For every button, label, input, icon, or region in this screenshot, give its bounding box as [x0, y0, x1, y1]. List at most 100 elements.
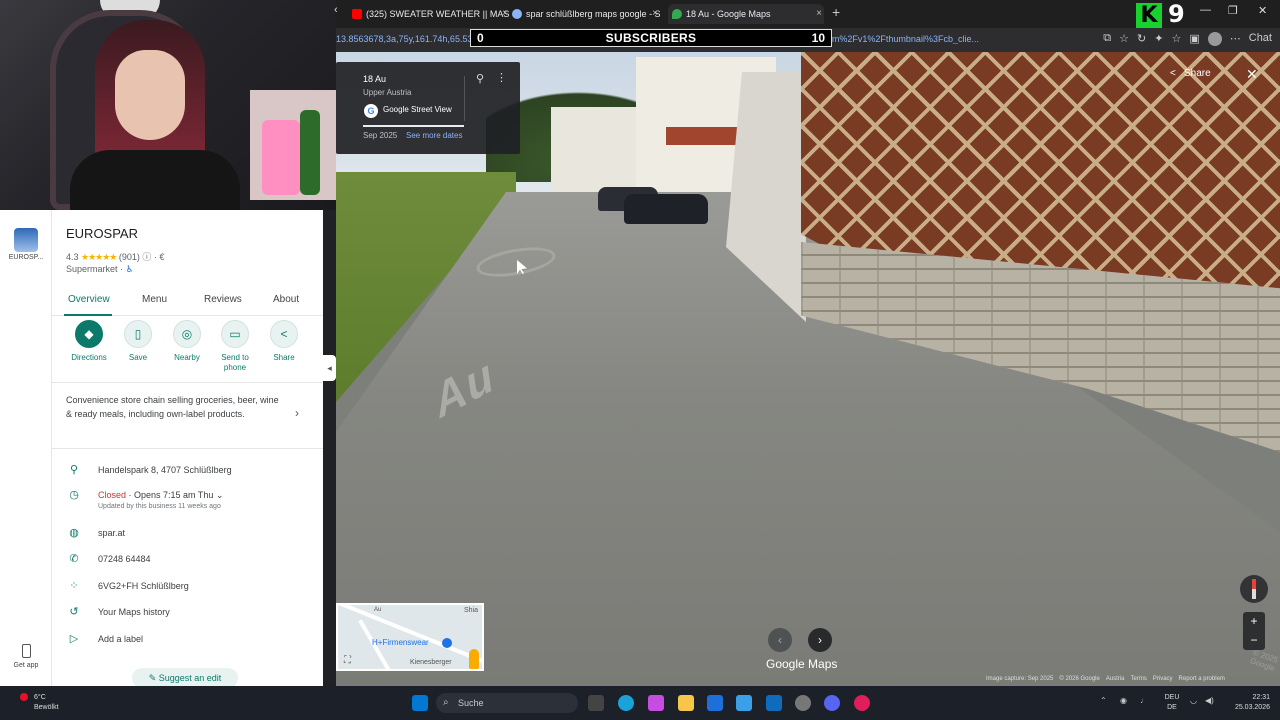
google-maps-brand: Google Maps [766, 657, 838, 671]
minimap[interactable]: H+Firmenswear Kienesberger Shia Au ⛶ [336, 603, 484, 671]
image-source: Google Street View [383, 105, 452, 114]
tab-overview[interactable]: Overview [68, 294, 110, 305]
profile-avatar[interactable] [1207, 32, 1222, 46]
refresh-icon[interactable]: ↻ [1137, 32, 1146, 46]
extensions-icon[interactable]: ✦ [1154, 32, 1163, 46]
chevron-down-icon[interactable]: ⌄ [216, 490, 224, 500]
place-thumbnail[interactable] [14, 228, 38, 252]
collapse-panel-button[interactable]: ◂ [323, 355, 336, 381]
file-explorer-icon[interactable] [678, 695, 694, 711]
tab-close-icon[interactable]: × [816, 4, 822, 24]
save-button[interactable]: ▯ Save [113, 320, 163, 363]
subscriber-goal-end: 10 [811, 31, 825, 45]
more-icon[interactable]: ⋯ [1230, 32, 1241, 46]
tray-chevron-icon[interactable]: ⌃ [1100, 696, 1107, 705]
location-pin-icon[interactable]: ⚲ [476, 72, 484, 85]
task-view-icon[interactable] [588, 695, 604, 711]
edge-browser-icon[interactable] [618, 695, 634, 711]
phone-row[interactable]: ✆ 07248 64484 [52, 550, 323, 570]
send-to-phone-button[interactable]: ▭ Send to phone [210, 320, 260, 373]
website-row[interactable]: ◍ spar.at [52, 524, 323, 544]
minimap-place-marker [442, 638, 452, 648]
report-problem-link[interactable]: Report a problem [1179, 676, 1225, 682]
plus-code-icon: ⁘ [69, 580, 79, 592]
copy-icon[interactable]: ⧉ [1103, 32, 1111, 46]
obs-icon[interactable] [854, 695, 870, 711]
share-label: Share [1184, 68, 1211, 79]
directions-button[interactable]: ◆ Directions [64, 320, 114, 363]
pegman-icon[interactable] [469, 649, 479, 669]
windows-start-icon[interactable] [412, 695, 428, 711]
copilot-icon[interactable] [648, 695, 664, 711]
place-description[interactable]: Convenience store chain selling grocerie… [66, 394, 286, 421]
tab-scroll-left-icon[interactable]: ‹ [334, 4, 338, 16]
discord-icon[interactable] [824, 695, 840, 711]
get-app-link[interactable]: Get app [4, 662, 48, 669]
terms-link[interactable]: Terms [1131, 676, 1147, 682]
zoom-out-button[interactable]: − [1243, 631, 1265, 650]
new-tab-button[interactable]: + [832, 4, 840, 20]
plus-code-row[interactable]: ⁘ 6VG2+FH Schlüßlberg [52, 577, 323, 597]
add-label-row[interactable]: ▷ Add a label [52, 630, 323, 650]
next-image-button[interactable]: › [808, 628, 832, 652]
tab-menu[interactable]: Menu [142, 294, 167, 305]
tab-reviews[interactable]: Reviews [204, 294, 242, 305]
volume-icon[interactable]: ◀) [1205, 696, 1214, 705]
privacy-link[interactable]: Privacy [1153, 676, 1173, 682]
hours-text: Closed · Opens 7:15 am Thu ⌄ [98, 490, 223, 501]
window-close-icon[interactable]: ✕ [1258, 4, 1267, 17]
app-icon[interactable] [766, 695, 782, 711]
wifi-icon[interactable]: ◡ [1190, 696, 1197, 705]
copilot-chat-button[interactable]: Chat [1249, 32, 1272, 46]
more-options-icon[interactable]: ⋮ [496, 71, 507, 84]
website-link[interactable]: spar.at [98, 528, 125, 538]
taskbar-search[interactable]: ⌕ Suche [436, 693, 578, 713]
info-icon[interactable]: ⓘ [142, 252, 151, 262]
chevron-right-icon[interactable]: › [295, 406, 299, 420]
country-link[interactable]: Austria [1106, 676, 1125, 682]
favorites-icon[interactable]: ☆ [1171, 32, 1181, 46]
minimap-label: Au [374, 607, 382, 613]
capture-date: Sep 2025 [363, 131, 398, 140]
maximize-icon[interactable]: ❐ [1228, 4, 1238, 17]
close-street-view-button[interactable]: ✕ [1246, 64, 1258, 84]
settings-icon[interactable] [795, 695, 811, 711]
expand-map-icon[interactable]: ⛶ [344, 655, 356, 667]
tab-about[interactable]: About [273, 294, 299, 305]
previous-image-button[interactable]: ‹ [768, 628, 792, 652]
tab-close-icon[interactable]: × [652, 4, 658, 24]
screen: ‹ (325) SWEATER WEATHER || MASK × spar s… [0, 0, 1280, 720]
keyboard-language[interactable]: DEU DE [1160, 693, 1184, 713]
map-credits: Image capture: Sep 2025 © 2026 Google Au… [986, 676, 1225, 682]
compass-icon[interactable] [1240, 575, 1268, 603]
share-place-button[interactable]: < Share [259, 320, 309, 363]
maps-history-row[interactable]: ↺ Your Maps history [52, 603, 323, 623]
phone-icon[interactable] [22, 644, 31, 658]
street-view-share-button[interactable]: < Share [1170, 64, 1211, 84]
hours-row[interactable]: ◷ Closed · Opens 7:15 am Thu ⌄ Updated b… [52, 486, 323, 516]
zoom-in-button[interactable]: + [1243, 612, 1265, 631]
network-icon[interactable]: ◉ [1120, 696, 1127, 705]
search-icon: ⌕ [443, 697, 449, 708]
plus-code: 6VG2+FH Schlüßlberg [98, 581, 189, 591]
add-label-text: Add a label [98, 634, 144, 644]
microphone-icon[interactable]: ♩ [1140, 696, 1148, 705]
clock-date: 25.03.2026 [1234, 704, 1270, 711]
collections-icon[interactable]: ▣ [1189, 32, 1199, 46]
browser-tab-google-maps[interactable]: 18 Au - Google Maps × [668, 4, 824, 24]
place-tabs: Overview Menu Reviews About [52, 288, 323, 316]
browser-tab-search[interactable]: spar schlüßlberg maps google - S × [508, 4, 660, 24]
star-icon[interactable]: ☆ [1119, 32, 1129, 46]
browser-tab-youtube[interactable]: (325) SWEATER WEATHER || MASK × [348, 4, 510, 24]
store-icon[interactable] [707, 695, 723, 711]
weather-widget[interactable]: 6°C Bewölkt [34, 693, 59, 713]
address-row[interactable]: ⚲ Handelspark 8, 4707 Schlüßlberg [52, 461, 323, 481]
minimize-icon[interactable]: — [1200, 4, 1211, 16]
system-clock[interactable]: 22:31 25.03.2026 [1218, 693, 1270, 713]
street-view-address-card: 18 Au Upper Austria G Google Street View… [336, 62, 520, 154]
mail-icon[interactable] [736, 695, 752, 711]
suggest-edit-button[interactable]: ✎ Suggest an edit [132, 668, 238, 686]
review-count[interactable]: (901) [119, 252, 140, 262]
see-more-dates-link[interactable]: See more dates [406, 131, 462, 140]
nearby-button[interactable]: ◎ Nearby [162, 320, 212, 363]
